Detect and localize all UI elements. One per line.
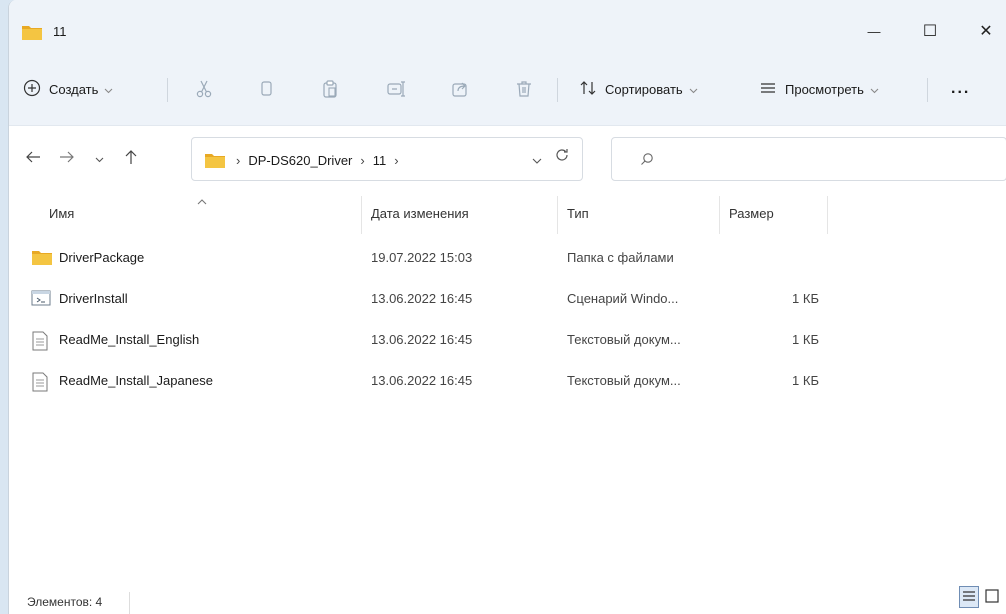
file-type: Текстовый докум... [567,373,681,388]
breadcrumb-separator: › [236,153,241,168]
tiles-view-button[interactable] [985,588,999,607]
table-row[interactable]: ReadMe_Install_English 13.06.2022 16:45 … [9,321,1006,357]
text-file-icon [31,331,49,354]
column-header-date[interactable]: Дата изменения [371,206,469,221]
sort-label: Сортировать [605,81,683,97]
copy-button[interactable] [253,77,279,103]
address-history-dropdown[interactable] [532,153,542,168]
refresh-button[interactable] [554,147,570,166]
table-row[interactable]: DriverPackage 19.07.2022 15:03 Папка с ф… [9,239,1006,275]
file-name: ReadMe_Install_English [59,332,200,347]
file-type: Сценарий Windo... [567,291,679,306]
file-type: Текстовый докум... [567,332,681,347]
paste-button[interactable] [317,77,343,103]
file-name: ReadMe_Install_Japanese [59,373,213,388]
column-divider[interactable] [557,196,558,234]
view-list-icon [759,79,777,100]
share-icon [450,79,470,102]
breadcrumb: › DP-DS620_Driver › 11 › [236,153,407,168]
tiles-view-icon [985,589,999,607]
copy-icon [256,79,276,102]
cut-button[interactable] [191,77,217,103]
file-name: DriverPackage [59,250,145,265]
file-size: 1 КБ [792,332,819,347]
more-options-button[interactable]: ... [951,69,970,109]
breadcrumb-item-driver[interactable]: DP-DS620_Driver [248,153,352,168]
delete-icon [514,79,534,102]
new-button[interactable]: Создать [23,69,113,109]
maximize-button[interactable]: ☐ [907,16,953,46]
script-icon [31,290,51,309]
column-divider[interactable] [827,196,828,234]
breadcrumb-separator: › [360,153,365,168]
folder-icon [21,23,43,44]
title-bar: 11 — ☐ ✕ [9,0,1006,52]
toolbar-divider [167,78,168,102]
paste-icon [320,79,340,102]
toolbar-divider [557,78,558,102]
chevron-down-icon [95,151,104,166]
breadcrumb-separator: › [394,153,399,168]
cut-icon [194,79,214,102]
view-button[interactable]: Просмотреть [759,69,879,109]
details-view-icon [962,590,976,605]
text-file-icon [31,372,49,395]
up-button[interactable] [121,148,141,168]
plus-circle-icon [23,79,41,100]
forward-button[interactable] [57,148,77,168]
arrow-left-icon [25,150,41,167]
minimize-icon: — [867,23,881,39]
search-box[interactable] [611,137,1006,181]
explorer-window: 11 — ☐ ✕ Создать Сортировать Просмотреть… [8,0,1006,614]
address-bar[interactable]: › DP-DS620_Driver › 11 › [191,137,583,181]
breadcrumb-item-11[interactable]: 11 [373,153,387,168]
column-divider[interactable] [719,196,720,234]
file-date: 19.07.2022 15:03 [371,250,473,265]
back-button[interactable] [23,148,43,168]
toolbar-divider [927,78,928,102]
rename-button[interactable] [383,77,409,103]
table-row[interactable]: ReadMe_Install_Japanese 13.06.2022 16:45… [9,362,1006,398]
refresh-icon [556,149,568,161]
window-title: 11 [53,24,67,39]
arrow-right-icon [59,150,75,167]
status-item-count: Элементов: 4 [27,595,103,609]
file-name: DriverInstall [59,291,128,306]
details-view-button[interactable] [959,586,979,608]
view-label: Просмотреть [785,81,864,97]
column-header-size[interactable]: Размер [729,206,774,221]
more-icon: ... [951,80,971,97]
folder-icon [31,249,53,269]
sort-arrows-icon [579,79,597,100]
status-divider [129,592,130,614]
share-button[interactable] [447,77,473,103]
table-row[interactable]: DriverInstall 13.06.2022 16:45 Сценарий … [9,280,1006,316]
close-button[interactable]: ✕ [963,16,1006,46]
column-divider[interactable] [361,196,362,234]
maximize-icon: ☐ [922,23,938,40]
file-date: 13.06.2022 16:45 [371,291,473,306]
sort-button[interactable]: Сортировать [579,69,698,109]
search-icon [640,152,654,169]
file-type: Папка с файлами [567,250,674,265]
recent-locations-button[interactable] [89,148,109,168]
delete-button[interactable] [511,77,537,103]
rename-icon [386,79,406,102]
new-label: Создать [49,81,99,97]
column-header-type[interactable]: Тип [567,206,589,221]
command-bar: Создать Сортировать Просмотреть ... [9,52,1006,126]
arrow-up-icon [124,149,138,168]
file-date: 13.06.2022 16:45 [371,373,473,388]
sort-caret-icon [197,196,207,208]
chevron-down-icon [689,82,698,97]
column-header-name[interactable]: Имя [49,206,74,221]
chevron-down-icon [104,82,113,97]
folder-icon [204,151,226,172]
file-size: 1 КБ [792,291,819,306]
file-size: 1 КБ [792,373,819,388]
file-date: 13.06.2022 16:45 [371,332,473,347]
close-icon: ✕ [979,23,993,40]
minimize-button[interactable]: — [851,16,897,46]
chevron-down-icon [870,82,879,97]
